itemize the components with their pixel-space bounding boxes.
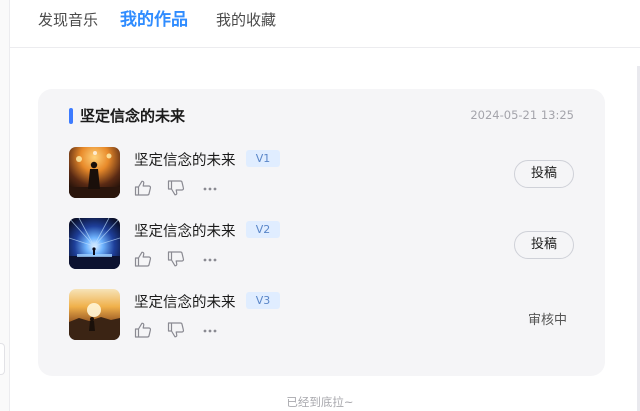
- version-badge: V3: [246, 292, 280, 309]
- tab-my-works[interactable]: 我的作品: [120, 0, 188, 40]
- submit-button[interactable]: 投稿: [514, 160, 574, 188]
- track-item: 坚定信念的未来 V3 审核中: [38, 289, 605, 345]
- tab-discover-music[interactable]: 发现音乐: [38, 0, 98, 40]
- cover-image-concert: [69, 147, 120, 198]
- thumbs-up-icon[interactable]: [134, 251, 152, 267]
- tab-my-favorites[interactable]: 我的收藏: [216, 0, 276, 40]
- track-title: 坚定信念的未来: [134, 224, 236, 240]
- track-title: 坚定信念的未来: [134, 153, 236, 169]
- card-title: 坚定信念的未来: [80, 107, 186, 125]
- version-badge: V1: [246, 150, 280, 167]
- more-icon[interactable]: [202, 251, 220, 267]
- tab-bar: 发现音乐 我的作品 我的收藏: [10, 0, 640, 48]
- track-item: 坚定信念的未来 V1 投稿: [38, 147, 605, 203]
- end-of-list-note: 已经到底拉~: [286, 395, 354, 409]
- track-cover[interactable]: [69, 218, 120, 269]
- thumbs-down-icon[interactable]: [167, 251, 185, 267]
- more-icon[interactable]: [202, 180, 220, 196]
- track-cover[interactable]: [69, 147, 120, 198]
- more-icon[interactable]: [202, 322, 220, 338]
- thumbs-up-icon[interactable]: [134, 180, 152, 196]
- title-accent-bar: [69, 108, 73, 124]
- version-badge: V2: [246, 221, 280, 238]
- submit-button[interactable]: 投稿: [514, 231, 574, 259]
- thumbs-down-icon[interactable]: [167, 180, 185, 196]
- thumbs-down-icon[interactable]: [167, 322, 185, 338]
- track-item: 坚定信念的未来 V2 投稿: [38, 218, 605, 274]
- cover-image-stage: [69, 218, 120, 269]
- main-panel: 发现音乐 我的作品 我的收藏 坚定信念的未来 2024-05-21 13:25: [9, 0, 640, 411]
- track-title: 坚定信念的未来: [134, 295, 236, 311]
- work-card: 坚定信念的未来 2024-05-21 13:25 坚定信念的未来 V1 投稿 坚…: [38, 89, 605, 376]
- review-status: 审核中: [528, 313, 568, 328]
- card-timestamp: 2024-05-21 13:25: [470, 108, 574, 122]
- side-handle[interactable]: [0, 343, 5, 375]
- cover-image-sunset: [69, 289, 120, 340]
- track-cover[interactable]: [69, 289, 120, 340]
- left-edge: [0, 0, 9, 411]
- thumbs-up-icon[interactable]: [134, 322, 152, 338]
